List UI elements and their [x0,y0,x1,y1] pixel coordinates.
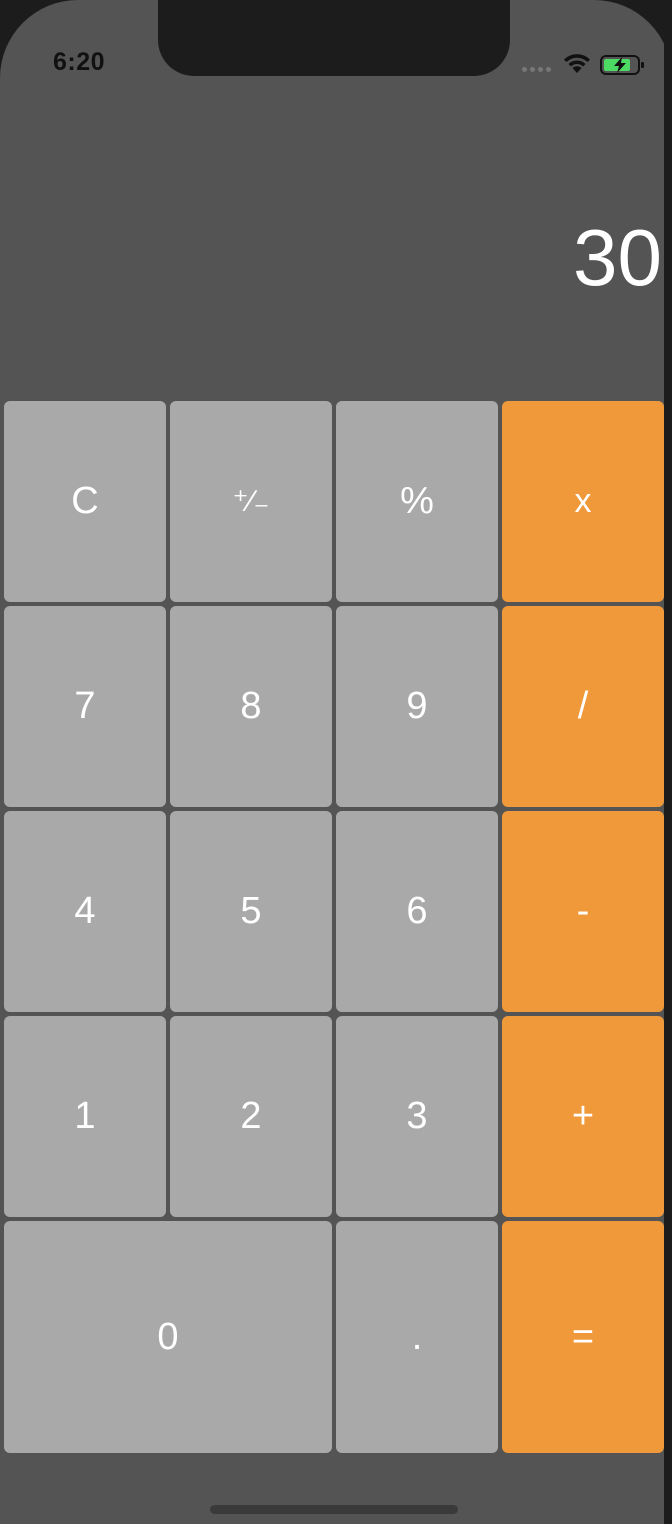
status-bar-time: 6:20 [53,48,106,76]
digit-0-button[interactable]: 0 [4,1221,332,1453]
result-display: 30 [573,213,662,302]
digit-2-button[interactable]: 2 [170,1016,332,1217]
plus-button[interactable]: + [502,1016,664,1217]
cellular-signal-icon [522,67,551,72]
home-indicator[interactable] [210,1505,458,1514]
device-frame-edge [664,0,672,1524]
digit-1-button[interactable]: 1 [4,1016,166,1217]
percent-button[interactable]: % [336,401,498,602]
battery-charging-icon [600,55,644,75]
calculator-screen: 6:20 30 C ⁺∕₋ % x 7 8 9 / 4 5 6 - 1 2 3 … [0,0,672,1524]
clear-button[interactable]: C [4,401,166,602]
digit-6-button[interactable]: 6 [336,811,498,1012]
equals-button[interactable]: = [502,1221,664,1453]
wifi-icon [564,54,590,73]
multiply-button[interactable]: x [502,401,664,602]
digit-5-button[interactable]: 5 [170,811,332,1012]
decimal-button[interactable]: . [336,1221,498,1453]
digit-9-button[interactable]: 9 [336,606,498,807]
digit-4-button[interactable]: 4 [4,811,166,1012]
plus-minus-button[interactable]: ⁺∕₋ [170,401,332,602]
divide-button[interactable]: / [502,606,664,807]
device-notch [158,0,510,76]
digit-8-button[interactable]: 8 [170,606,332,807]
digit-7-button[interactable]: 7 [4,606,166,807]
digit-3-button[interactable]: 3 [336,1016,498,1217]
minus-button[interactable]: - [502,811,664,1012]
